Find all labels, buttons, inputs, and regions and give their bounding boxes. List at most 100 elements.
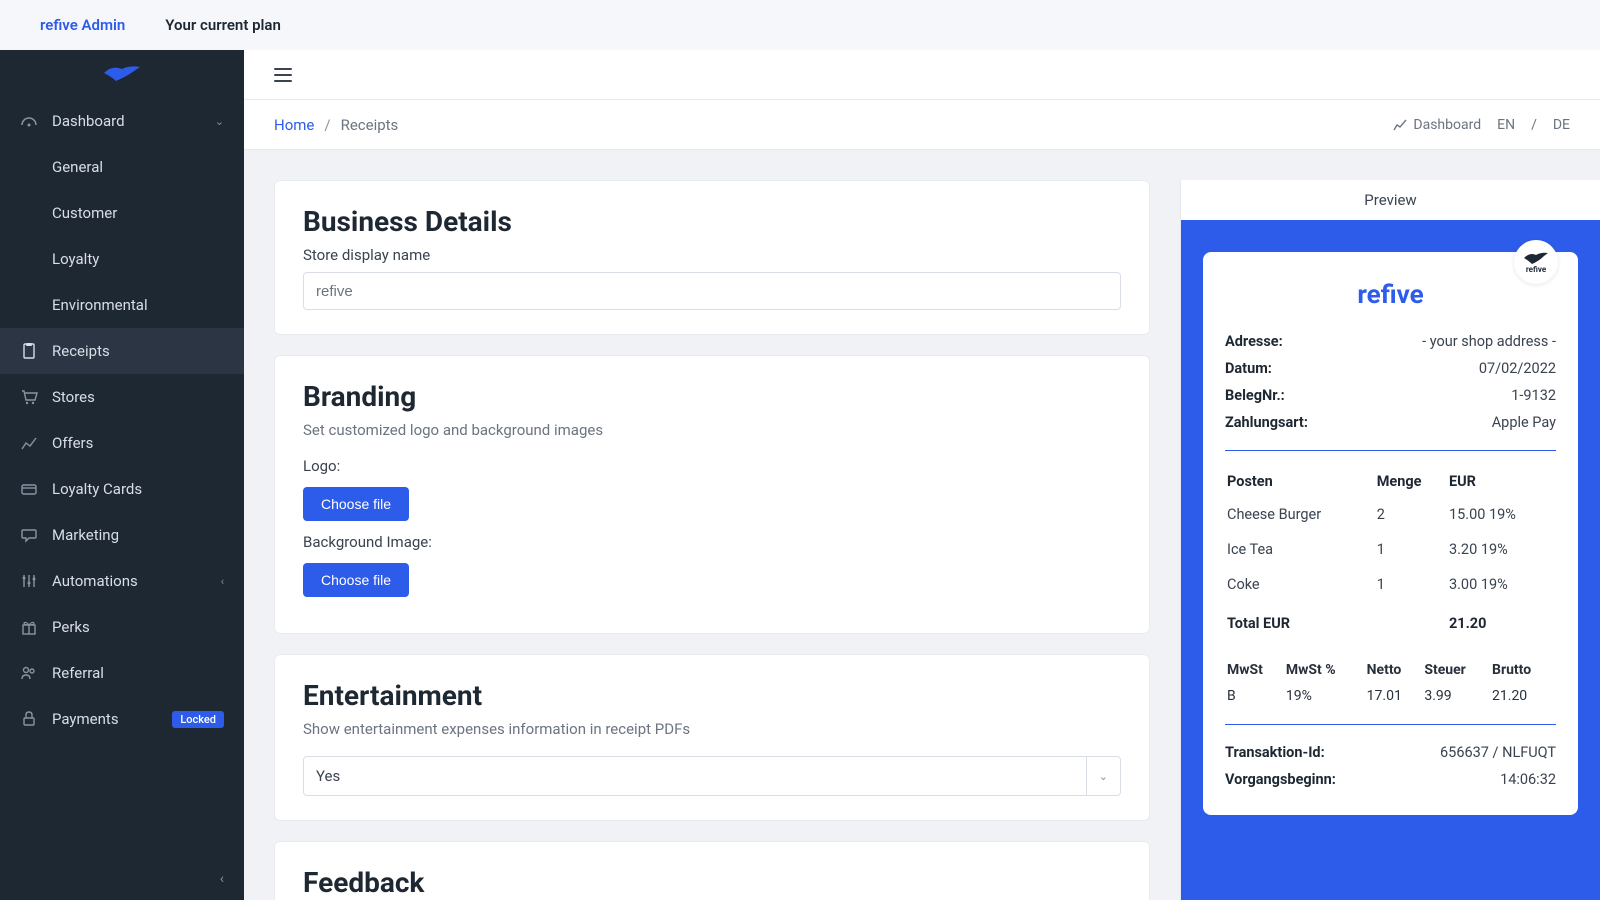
receipt-row: Vorgangsbeginn:14:06:32: [1225, 766, 1556, 793]
nav-sub-general[interactable]: General: [0, 144, 244, 190]
nav-label: Offers: [52, 434, 224, 452]
card-title: Entertainment: [303, 679, 1121, 712]
gauge-icon: [20, 112, 38, 130]
choose-bg-button[interactable]: Choose file: [303, 563, 409, 597]
store-name-input[interactable]: [303, 272, 1121, 310]
nav-payments[interactable]: Payments Locked: [0, 696, 244, 742]
card-title: Branding: [303, 380, 1121, 413]
receipt-divider: [1225, 724, 1556, 725]
chevron-down-icon: ⌄: [1086, 757, 1108, 795]
nav-label: Marketing: [52, 526, 224, 544]
table-row: Ice Tea13.20 19%: [1227, 533, 1554, 566]
brand-logo: [0, 50, 244, 98]
receipt-row: Adresse:- your shop address -: [1225, 328, 1556, 355]
dashboard-link[interactable]: Dashboard: [1393, 117, 1481, 133]
nav-automations[interactable]: Automations ‹: [0, 558, 244, 604]
entertainment-card: Entertainment Show entertainment expense…: [274, 654, 1150, 821]
nav-offers[interactable]: Offers: [0, 420, 244, 466]
choose-logo-button[interactable]: Choose file: [303, 487, 409, 521]
bird-icon: [102, 63, 142, 85]
nav-loyalty-cards[interactable]: Loyalty Cards: [0, 466, 244, 512]
content: Business Details Store display name Bran…: [244, 150, 1180, 900]
select-value: Yes: [316, 767, 340, 785]
lock-icon: [20, 710, 38, 728]
locked-badge: Locked: [172, 711, 224, 728]
card-icon: [20, 480, 38, 498]
card-title: Business Details: [303, 205, 1121, 238]
topbar: refive Admin Your current plan: [0, 0, 1600, 50]
nav-sub-customer[interactable]: Customer: [0, 190, 244, 236]
card-subtitle: Set customized logo and background image…: [303, 421, 1121, 439]
nav-referral[interactable]: Referral: [0, 650, 244, 696]
clipboard-icon: [20, 342, 38, 360]
receipt: refive refive Adresse:- your shop addres…: [1203, 252, 1578, 815]
nav-label: Automations: [52, 572, 207, 590]
bird-icon: [1523, 251, 1549, 265]
lang-en[interactable]: EN: [1497, 117, 1515, 133]
table-row: Coke13.00 19%: [1227, 568, 1554, 601]
nav-label: Payments: [52, 710, 158, 728]
card-subtitle: Show entertainment expenses information …: [303, 720, 1121, 738]
sidebar-nav: Dashboard ⌄ General Customer Loyalty Env…: [0, 98, 244, 858]
breadcrumb-home[interactable]: Home: [274, 116, 314, 134]
main: Home / Receipts Dashboard EN / DE Busine…: [244, 50, 1600, 900]
admin-link[interactable]: refive Admin: [40, 16, 125, 34]
gift-icon: [20, 618, 38, 636]
bg-label: Background Image:: [303, 533, 1121, 551]
business-details-card: Business Details Store display name: [274, 180, 1150, 335]
receipt-row: Datum:07/02/2022: [1225, 355, 1556, 382]
entertainment-select[interactable]: Yes ⌄: [303, 756, 1121, 796]
lang-de[interactable]: DE: [1553, 117, 1570, 133]
nav-label: Perks: [52, 618, 224, 636]
chevron-left-icon: ‹: [221, 575, 224, 588]
plan-link[interactable]: Your current plan: [165, 16, 281, 34]
chevron-down-icon: ⌄: [215, 115, 224, 128]
table-row: B19%17.013.9921.20: [1227, 684, 1554, 708]
breadcrumb-bar: Home / Receipts Dashboard EN / DE: [244, 100, 1600, 150]
preview-body: refive refive Adresse:- your shop addres…: [1181, 220, 1600, 900]
users-icon: [20, 664, 38, 682]
main-header: [244, 50, 1600, 100]
feedback-card: Feedback Capture customer feedback: [274, 841, 1150, 900]
nav-label: Loyalty Cards: [52, 480, 224, 498]
nav-label: Stores: [52, 388, 224, 406]
receipt-row: BelegNr.:1-9132: [1225, 382, 1556, 409]
total-row: Total EUR21.20: [1227, 603, 1554, 640]
nav-label: Receipts: [52, 342, 224, 360]
tax-table: MwStMwSt %NettoSteuerBrutto B19%17.013.9…: [1225, 656, 1556, 710]
breadcrumb-current: Receipts: [341, 116, 399, 134]
chart-icon: [1393, 118, 1407, 132]
hamburger-button[interactable]: [274, 68, 292, 82]
receipt-title: refive: [1225, 280, 1556, 310]
chevron-left-icon: ‹: [220, 871, 224, 887]
sliders-icon: [20, 572, 38, 590]
nav-stores[interactable]: Stores: [0, 374, 244, 420]
nav-label: Referral: [52, 664, 224, 682]
card-title: Feedback: [303, 866, 1121, 899]
receipt-divider: [1225, 450, 1556, 451]
breadcrumb-sep: /: [324, 116, 330, 134]
sidebar-collapse[interactable]: ‹: [0, 858, 244, 900]
items-table: PostenMengeEUR Cheese Burger215.00 19% I…: [1225, 465, 1556, 642]
nav-sub-loyalty[interactable]: Loyalty: [0, 236, 244, 282]
logo-label: Logo:: [303, 457, 1121, 475]
receipt-row: Zahlungsart:Apple Pay: [1225, 409, 1556, 436]
receipt-row: Transaktion-Id:656637 / NLFUQT: [1225, 739, 1556, 766]
store-name-label: Store display name: [303, 246, 1121, 264]
receipt-logo: refive: [1514, 240, 1558, 284]
chart-icon: [20, 434, 38, 452]
nav-receipts[interactable]: Receipts: [0, 328, 244, 374]
lang-sep: /: [1531, 117, 1537, 133]
nav-sub-environmental[interactable]: Environmental: [0, 282, 244, 328]
chat-icon: [20, 526, 38, 544]
table-row: Cheese Burger215.00 19%: [1227, 498, 1554, 531]
nav-marketing[interactable]: Marketing: [0, 512, 244, 558]
nav-dashboard[interactable]: Dashboard ⌄: [0, 98, 244, 144]
preview-header: Preview: [1181, 180, 1600, 220]
branding-card: Branding Set customized logo and backgro…: [274, 355, 1150, 634]
sidebar: Dashboard ⌄ General Customer Loyalty Env…: [0, 50, 244, 900]
nav-perks[interactable]: Perks: [0, 604, 244, 650]
preview-panel: Preview refive refive Adresse:- your sho…: [1180, 180, 1600, 900]
cart-icon: [20, 388, 38, 406]
nav-label: Dashboard: [52, 112, 201, 130]
